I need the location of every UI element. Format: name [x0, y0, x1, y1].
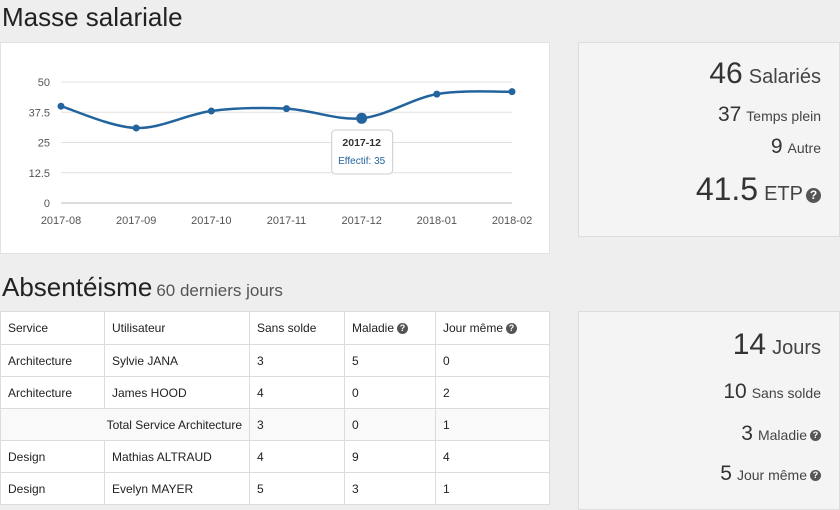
cell-maladie: 0 [344, 376, 436, 409]
table-row: Architecture Sylvie JANA 3 5 0 [0, 344, 550, 377]
data-point [356, 112, 368, 124]
headcount-chart-card: 0 12.5 25 37.5 50 2017-08 2017-09 2017-10 2017-1… [0, 42, 550, 254]
salaries-label: Salariés [748, 66, 821, 88]
y-tick-label: 37.5 [29, 107, 50, 119]
cell-jour-meme: 0 [435, 344, 550, 377]
table-row: Architecture James HOOD 4 0 2 [0, 376, 550, 409]
temps-plein-stat: 37 Temps plein [718, 103, 821, 127]
salaries-count: 46 [709, 57, 743, 90]
cell-sans-solde: 4 [249, 440, 345, 473]
jours-stat: 14 Jours [733, 328, 821, 362]
cell-utilisateur: Evelyn MAYER [104, 472, 250, 505]
question-circle-icon[interactable]: ? [810, 470, 821, 482]
temps-plein-label: Temps plein [746, 108, 821, 124]
data-point [207, 107, 215, 115]
col-jour-meme[interactable]: Jour même? [435, 311, 550, 345]
tooltip-title: 2017-12 [342, 137, 381, 149]
page-title: Masse salariale [2, 2, 183, 32]
cell-jour-meme: 4 [435, 440, 550, 473]
x-tick-label: 2017-08 [41, 215, 81, 227]
cell-service: Design [0, 440, 105, 473]
col-maladie[interactable]: Maladie? [344, 311, 436, 345]
total-row: Total Service Architecture 3 0 1 [0, 408, 550, 441]
x-tick-label: 2018-02 [492, 215, 532, 227]
autre-stat: 9 Autre [771, 135, 821, 159]
cell-sans-solde: 3 [249, 344, 345, 377]
jours-count: 14 [732, 328, 767, 361]
y-tick-label: 12.5 [29, 168, 50, 180]
question-circle-icon[interactable]: ? [810, 430, 821, 442]
y-tick-label: 50 [38, 77, 50, 89]
cell-utilisateur: Mathias ALTRAUD [104, 440, 250, 473]
cell-maladie: 5 [344, 344, 436, 377]
absenteisme-title: Absentéisme [2, 272, 153, 302]
cell-utilisateur: Sylvie JANA [104, 344, 250, 377]
autre-label: Autre [787, 140, 821, 156]
maladie-label: Maladie [757, 427, 807, 443]
cell-jour-meme: 1 [435, 472, 550, 505]
x-tick-label: 2017-12 [341, 215, 381, 227]
cell-jour-meme: 2 [435, 376, 550, 409]
cell-maladie: 0 [344, 408, 436, 441]
table-row: Design Mathias ALTRAUD 4 9 4 [0, 440, 550, 473]
maladie-stat: 3 Maladie? [741, 422, 821, 446]
question-circle-icon[interactable]: ? [397, 323, 409, 335]
data-point [508, 88, 516, 96]
data-point [283, 105, 290, 113]
cell-total-label: Total Service Architecture [0, 408, 250, 441]
cell-jour-meme: 1 [435, 408, 550, 441]
jours-label: Jours [772, 337, 821, 359]
cell-service: Architecture [0, 344, 105, 377]
question-circle-icon[interactable]: ? [506, 323, 518, 335]
absenteisme-table: Service Utilisateur Sans solde Maladie? … [0, 311, 550, 505]
cell-sans-solde: 5 [249, 472, 345, 505]
cell-service: Design [0, 472, 105, 505]
cell-maladie: 3 [344, 472, 436, 505]
col-sans-solde[interactable]: Sans solde [249, 311, 345, 345]
col-jour-meme-label: Jour même [443, 321, 504, 335]
jour-meme-label: Jour même [736, 467, 807, 483]
temps-plein-count: 37 [717, 103, 742, 126]
data-point [57, 102, 65, 110]
col-utilisateur[interactable]: Utilisateur [104, 311, 250, 345]
absence-stats-card: 14 Jours 10 Sans solde 3 Maladie? 5 Jour mêm… [578, 311, 840, 510]
x-tick-label: 2017-10 [191, 215, 231, 227]
tooltip-value: Effectif: 35 [338, 156, 386, 167]
sans-solde-stat: 10 Sans solde [723, 380, 821, 404]
cell-sans-solde: 3 [249, 408, 345, 441]
absenteisme-period: 60 derniers jours [156, 281, 283, 300]
cell-sans-solde: 4 [249, 376, 345, 409]
cell-utilisateur: James HOOD [104, 376, 250, 409]
maladie-count: 3 [741, 422, 753, 445]
jour-meme-stat: 5 Jour même? [720, 462, 821, 486]
table-header-row: Service Utilisateur Sans solde Maladie? … [0, 311, 550, 345]
y-tick-label: 25 [38, 138, 50, 150]
question-circle-icon[interactable]: ? [806, 188, 821, 204]
salaries-stat: 46 Salariés [709, 57, 821, 91]
cell-maladie: 9 [344, 440, 436, 473]
headcount-stats-card: 46 Salariés 37 Temps plein 9 Autre 41.5 ETP? [578, 42, 840, 237]
sans-solde-label: Sans solde [751, 385, 821, 401]
sans-solde-count: 10 [723, 380, 747, 403]
table-row: Design Evelyn MAYER 5 3 1 [0, 472, 550, 505]
x-tick-label: 2018-01 [417, 215, 457, 227]
etp-label: ETP [764, 183, 803, 205]
col-maladie-label: Maladie [352, 321, 395, 335]
etp-count: 41.5 [695, 171, 759, 207]
cell-service: Architecture [0, 376, 105, 409]
etp-stat: 41.5 ETP? [696, 171, 821, 208]
section-title-absenteisme: Absentéisme 60 derniers jours [2, 272, 283, 303]
data-point [132, 124, 140, 132]
x-tick-label: 2017-11 [267, 215, 307, 227]
y-tick-label: 0 [44, 198, 50, 210]
headcount-chart[interactable]: 0 12.5 25 37.5 50 2017-08 2017-09 2017-10 2017-1… [1, 43, 551, 255]
jour-meme-count: 5 [720, 462, 732, 485]
x-tick-label: 2017-09 [116, 215, 156, 227]
col-service[interactable]: Service [0, 311, 105, 345]
autre-count: 9 [770, 135, 783, 158]
data-point [433, 90, 441, 98]
